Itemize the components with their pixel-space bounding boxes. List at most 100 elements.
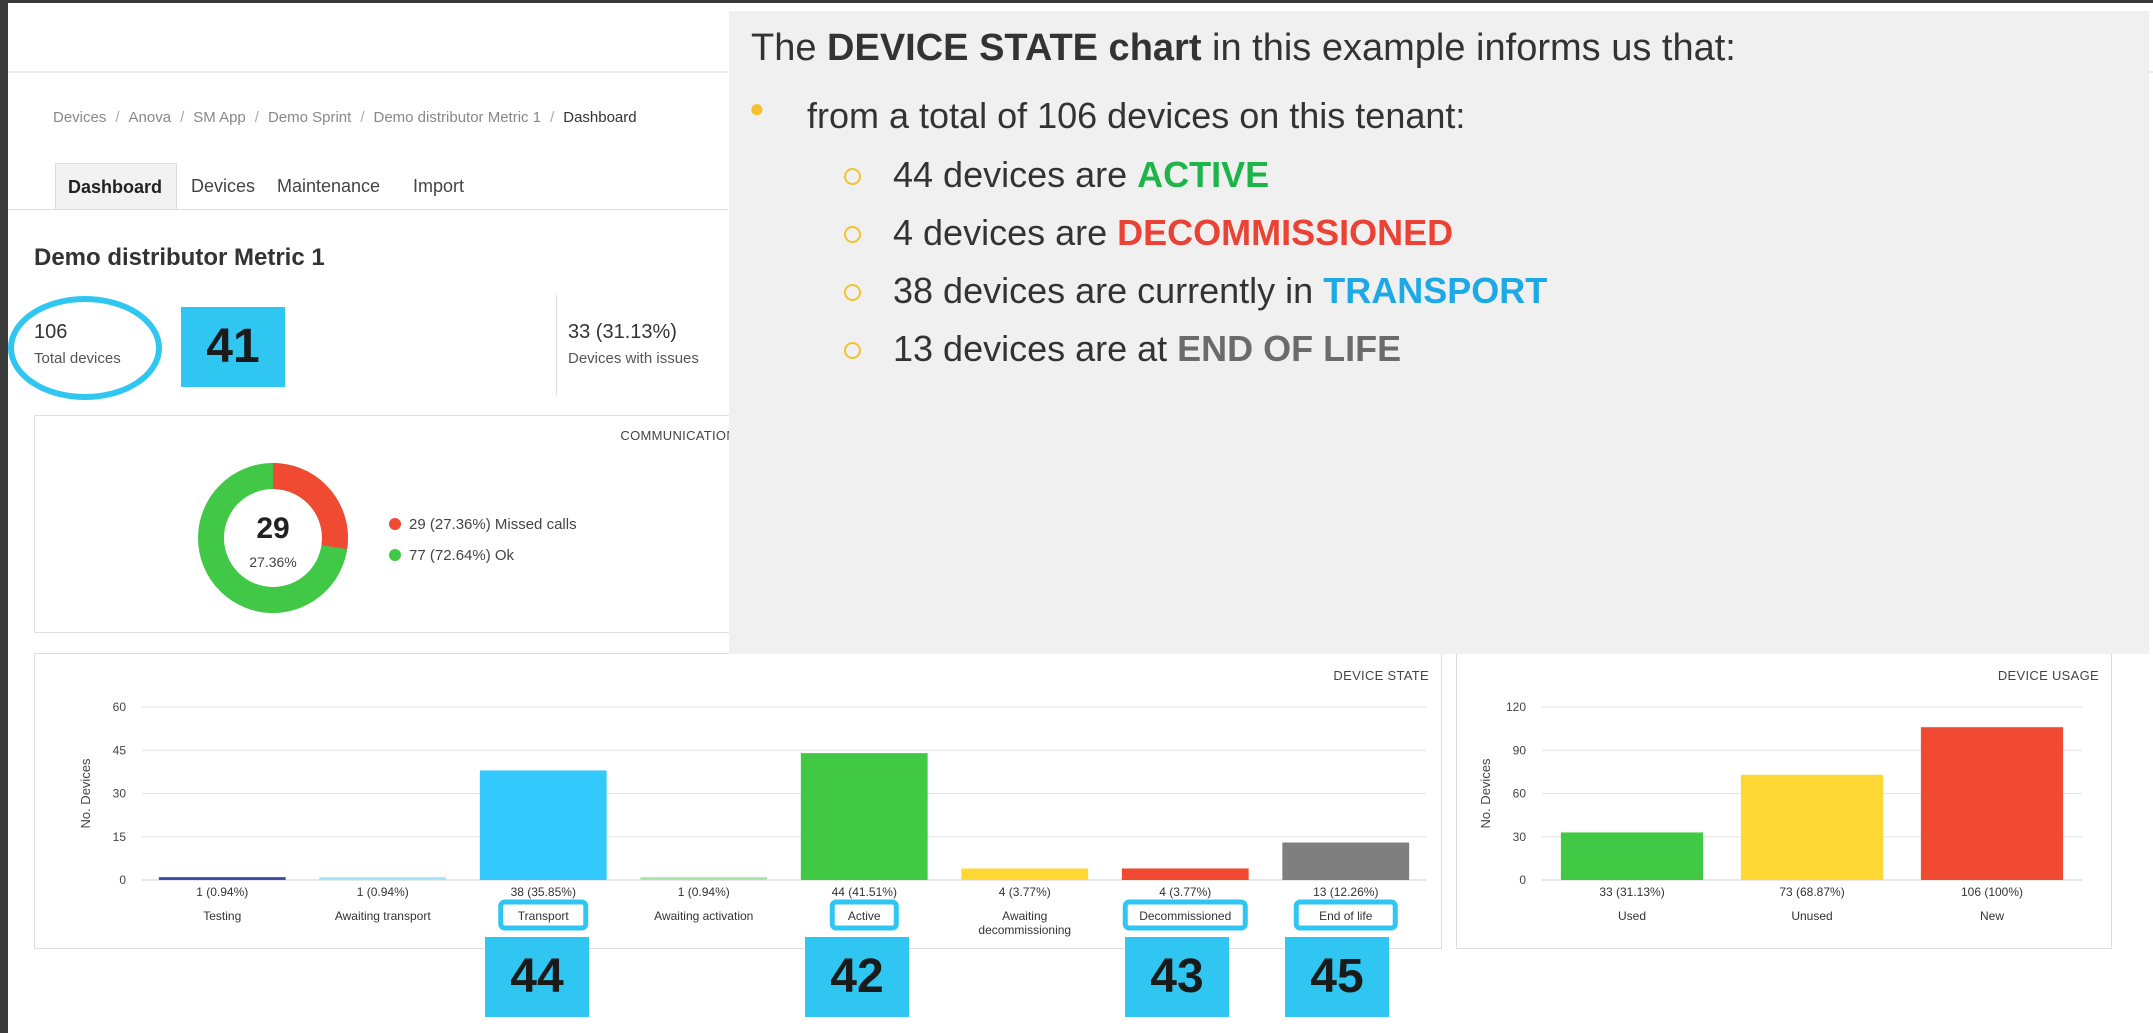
overlay-item-active: 44 devices are ACTIVE — [844, 154, 1269, 196]
tab-dashboard[interactable]: Dashboard — [55, 163, 177, 209]
overlay-item-key: DECOMMISSIONED — [1117, 212, 1454, 253]
bar-active[interactable] — [800, 753, 928, 880]
y-tick-label: 45 — [113, 743, 127, 757]
callout-badge-41: 41 — [181, 307, 285, 387]
bar-transport[interactable] — [479, 770, 607, 880]
bar-value-label: 33 (31.13%) — [1599, 885, 1664, 899]
x-tick-label: Decommissioned — [1139, 909, 1231, 923]
bar-value-label: 1 (0.94%) — [357, 885, 409, 899]
breadcrumb-separator: / — [115, 109, 120, 126]
y-axis-label: No. Devices — [1478, 758, 1493, 829]
legend-ok-label: 77 (72.64%) Ok — [409, 547, 515, 564]
breadcrumb-item-distributor[interactable]: Demo distributor Metric 1 — [374, 109, 542, 126]
overlay-item-key: END OF LIFE — [1177, 328, 1402, 369]
overlay-item-decommissioned: 4 devices are DECOMMISSIONED — [844, 212, 1453, 254]
x-tick-label: Awaiting activation — [654, 909, 753, 923]
bar-awaiting-activation[interactable] — [640, 877, 768, 880]
y-tick-label: 90 — [1513, 743, 1527, 757]
bar-awaiting-transport[interactable] — [319, 877, 447, 880]
bar-awaiting-decommissioning[interactable] — [961, 868, 1089, 880]
bar-unused[interactable] — [1740, 774, 1884, 880]
callout-badge-43: 43 — [1125, 937, 1229, 1017]
app-window: Devices / Anova / SM App / Demo Sprint / Demo di… — [8, 3, 2153, 1033]
legend-ok[interactable]: 77 (72.64%) Ok — [389, 547, 514, 564]
device-state-chart: 0 15 30 45 60 No. Devices 1 (0.94%) Testing 1 (0… — [78, 700, 1426, 937]
overlay-title: The DEVICE STATE chart in this example i… — [751, 27, 1736, 70]
legend-dot-red — [389, 518, 401, 530]
explanation-overlay: The DEVICE STATE chart in this example i… — [729, 11, 2149, 654]
stat-divider — [556, 295, 557, 395]
bar-decommissioned[interactable] — [1121, 868, 1249, 880]
overlay-item-key: TRANSPORT — [1323, 270, 1548, 311]
overlay-item-transport: 38 devices are currently in TRANSPORT — [844, 270, 1547, 312]
bar-used[interactable] — [1560, 832, 1704, 880]
issues-value: 33 (31.13%) — [568, 321, 677, 343]
breadcrumb-item-sm-app[interactable]: SM App — [193, 109, 246, 126]
breadcrumb: Devices / Anova / SM App / Demo Sprint / Demo di… — [53, 109, 637, 126]
x-tick-label: Unused — [1791, 909, 1832, 923]
y-tick-label: 60 — [1513, 787, 1527, 801]
y-tick-label: 30 — [113, 787, 127, 801]
callout-badge-42: 42 — [805, 937, 909, 1017]
x-tick-label: decommissioning — [978, 923, 1071, 937]
overlay-item-end-of-life: 13 devices are at END OF LIFE — [844, 328, 1401, 370]
bar-new[interactable] — [1920, 727, 2064, 880]
bar-value-label: 38 (35.85%) — [511, 885, 576, 899]
x-tick-label: Used — [1618, 909, 1646, 923]
donut-center-percent: 27.36% — [249, 554, 297, 570]
bar-value-label: 4 (3.77%) — [1159, 885, 1211, 899]
circle-bullet-icon — [844, 342, 861, 359]
circle-bullet-icon — [844, 168, 861, 185]
breadcrumb-item-anova[interactable]: Anova — [129, 109, 172, 126]
tab-maintenance[interactable]: Maintenance — [265, 163, 392, 209]
circle-bullet-icon — [844, 226, 861, 243]
tab-devices[interactable]: Devices — [179, 163, 267, 209]
issues-stat: 33 (31.13%) Devices with issues — [568, 321, 699, 367]
overlay-item-key: ACTIVE — [1137, 154, 1270, 195]
x-tick-label: Awaiting — [1002, 909, 1047, 923]
y-axis-label: No. Devices — [78, 758, 93, 829]
overlay-title-bold: DEVICE STATE chart — [827, 27, 1202, 69]
overlay-title-pre: The — [751, 27, 828, 69]
breadcrumb-separator: / — [550, 109, 555, 126]
x-tick-label: Active — [848, 909, 881, 923]
overlay-item-text: 44 devices are — [893, 154, 1138, 195]
overlay-item-text: 38 devices are currently in — [893, 270, 1324, 311]
page-title: Demo distributor Metric 1 — [34, 244, 325, 271]
breadcrumb-item-devices[interactable]: Devices — [53, 109, 106, 126]
breadcrumb-separator: / — [180, 109, 185, 126]
legend-dot-green — [389, 549, 401, 561]
breadcrumb-item-dashboard: Dashboard — [563, 109, 637, 126]
x-tick-label: Transport — [518, 909, 570, 923]
tab-import[interactable]: Import — [401, 163, 476, 209]
y-tick-label: 60 — [113, 700, 127, 714]
y-tick-label: 30 — [1513, 830, 1527, 844]
y-tick-label: 0 — [1519, 873, 1526, 887]
bar-value-label: 44 (41.51%) — [832, 885, 897, 899]
bar-value-label: 73 (68.87%) — [1779, 885, 1844, 899]
breadcrumb-separator: / — [360, 109, 365, 126]
bar-end-of-life[interactable] — [1282, 842, 1410, 880]
bar-value-label: 1 (0.94%) — [196, 885, 248, 899]
bar-testing[interactable] — [158, 877, 286, 880]
x-tick-label: Testing — [203, 909, 241, 923]
legend-missed-calls[interactable]: 29 (27.36%) Missed calls — [389, 516, 577, 533]
bullet-dot-icon: ● — [749, 93, 765, 123]
x-tick-label: End of life — [1319, 909, 1373, 923]
circle-bullet-icon — [844, 284, 861, 301]
breadcrumb-item-demo-sprint[interactable]: Demo Sprint — [268, 109, 351, 126]
donut-center-value: 29 — [256, 512, 290, 545]
bar-value-label: 1 (0.94%) — [678, 885, 730, 899]
callout-circle — [8, 296, 162, 400]
bar-value-label: 4 (3.77%) — [999, 885, 1051, 899]
bar-value-label: 106 (100%) — [1961, 885, 2023, 899]
device-usage-chart: 0 30 60 90 120 No. Devices 33 (31.13%) Used 73 (… — [1478, 700, 2082, 923]
communications-panel: COMMUNICATIONS 29 27.36% 29 (27.36%) Mis… — [34, 415, 754, 633]
overlay-item-text: 4 devices are — [893, 212, 1118, 253]
breadcrumb-separator: / — [254, 109, 259, 126]
legend-missed-label: 29 (27.36%) Missed calls — [409, 516, 577, 533]
y-tick-label: 15 — [113, 830, 127, 844]
tab-underline — [8, 209, 728, 210]
x-tick-label: New — [1980, 909, 2004, 923]
callout-badge-45: 45 — [1285, 937, 1389, 1017]
